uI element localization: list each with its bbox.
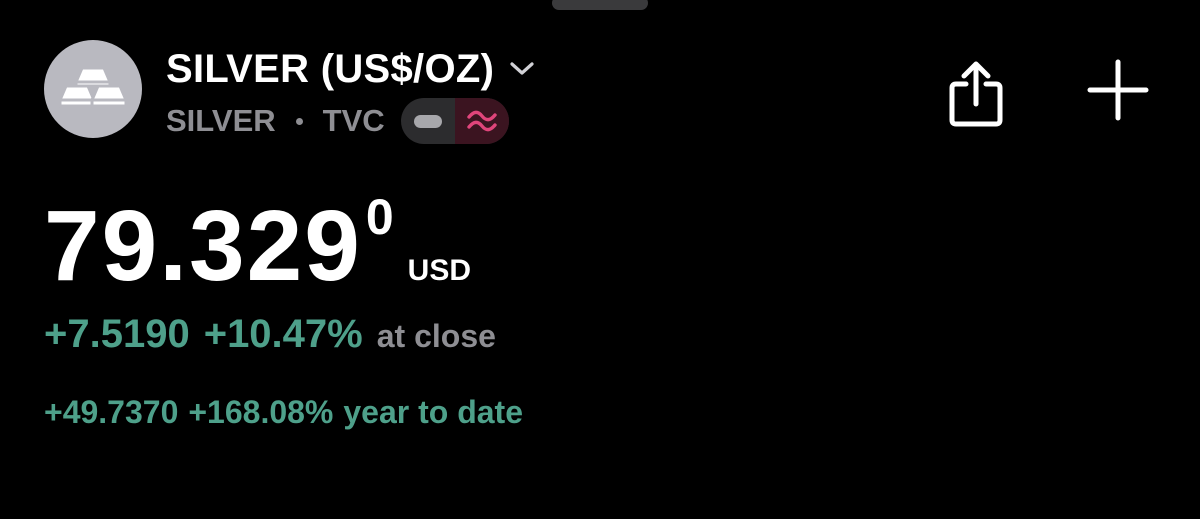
symbol-title: SILVER (US$/OZ) — [166, 46, 495, 91]
silver-bars-icon — [44, 40, 142, 138]
separator-dot — [295, 117, 303, 125]
change-status-label: at close — [376, 318, 496, 354]
symbol-title-dropdown[interactable]: SILVER (US$/OZ) — [166, 44, 536, 94]
share-button[interactable] — [946, 58, 1006, 130]
exchange-label: TVC — [322, 103, 385, 138]
ticker-label: SILVER — [166, 103, 276, 138]
symbol-subtitle: SILVER TVC — [166, 98, 509, 144]
change-value: +7.5190 — [44, 312, 190, 356]
ytd-change-percent: +168.08% — [188, 394, 334, 430]
data-status-badge[interactable] — [400, 98, 509, 144]
change-percent: +10.47% — [203, 312, 363, 356]
sheet-grabber[interactable] — [552, 0, 648, 10]
ytd-change-value: +49.7370 — [44, 394, 179, 430]
daily-change: +7.5190 +10.47% at close — [44, 312, 496, 357]
add-button[interactable] — [1086, 58, 1150, 122]
chevron-down-icon — [508, 60, 536, 78]
price-superscript-digit: 0 — [365, 189, 394, 245]
delayed-wave-icon — [454, 98, 509, 144]
last-price: 79.329 — [44, 190, 362, 302]
ytd-change: +49.7370 +168.08% year to date — [44, 394, 523, 431]
share-icon — [949, 61, 1003, 127]
minus-icon — [401, 98, 455, 144]
plus-icon — [1087, 59, 1149, 121]
price-display: 79.329 0 USD — [44, 189, 472, 302]
ytd-label: year to date — [343, 394, 523, 430]
price-currency: USD — [407, 254, 472, 287]
